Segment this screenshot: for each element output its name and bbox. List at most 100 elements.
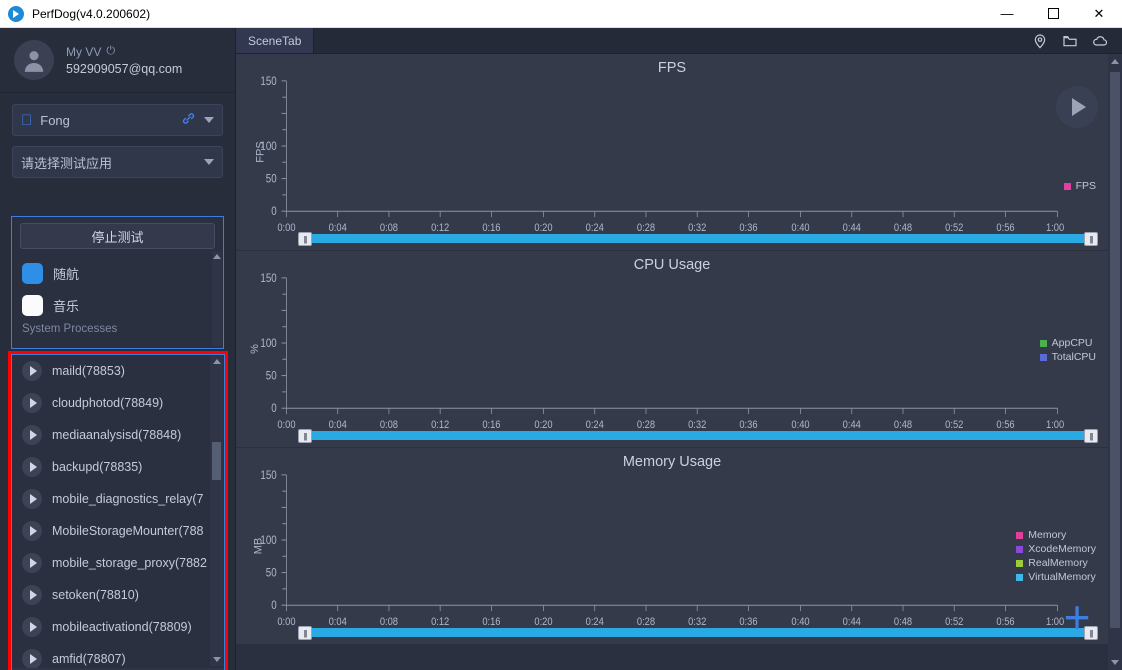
list-item[interactable]: mobile_diagnostics_relay(7 xyxy=(12,483,210,515)
process-list-vertical-scrollbar[interactable] xyxy=(210,355,223,666)
process-list-items[interactable]: maild(78853) cloudphotod(78849) mediaana… xyxy=(12,355,210,669)
app-select[interactable]: 请选择测试应用 xyxy=(12,146,223,178)
legend-label: VirtualMemory xyxy=(1028,571,1096,583)
list-item[interactable]: mobile_storage_proxy(7882 xyxy=(12,547,210,579)
slider-handle-right[interactable]: ||| xyxy=(1084,232,1098,246)
process-icon xyxy=(22,361,42,381)
link-icon[interactable] xyxy=(181,111,196,129)
device-select[interactable]:  Fong xyxy=(12,104,223,136)
legend-entry: Memory xyxy=(1016,528,1096,542)
slider-handle-right[interactable]: ||| xyxy=(1084,429,1098,443)
chart-legend: Memory XcodeMemory RealMemory VirtualMem… xyxy=(1016,528,1096,584)
tab-bar: SceneTab xyxy=(236,28,1122,54)
account-name-label: My VV xyxy=(66,44,102,59)
legend-swatch xyxy=(1039,339,1047,347)
scroll-up-icon[interactable] xyxy=(1111,59,1119,64)
sidebar: My VV ⏻ 592909057@qq.com  Fong 请选择测试应用 … xyxy=(0,28,236,670)
location-pin-icon[interactable] xyxy=(1032,33,1048,49)
window-title: PerfDog(v4.0.200602) xyxy=(32,6,151,21)
list-item[interactable]: maild(78853) xyxy=(12,355,210,387)
tab-bar-spacer xyxy=(314,28,1032,53)
close-button[interactable]: ✕ xyxy=(1076,0,1122,28)
list-item[interactable]: setoken(78810) xyxy=(12,579,210,611)
list-item-label: backupd(78835) xyxy=(52,460,143,474)
dropdown-scrollbar[interactable] xyxy=(212,251,222,346)
list-item[interactable]: backupd(78835) xyxy=(12,451,210,483)
chart-plot-area: 150100 050 0:00 0:04 0:08 0:12 0:16 0:20 0:2… xyxy=(260,469,1064,628)
app-body: My VV ⏻ 592909057@qq.com  Fong 请选择测试应用 … xyxy=(0,28,1122,670)
tab-scenetab[interactable]: SceneTab xyxy=(236,28,315,53)
app-dropdown-list[interactable]: 随航 音乐 System Processes xyxy=(12,251,223,346)
legend-swatch xyxy=(1016,559,1024,567)
apple-icon:  xyxy=(21,113,32,128)
process-icon xyxy=(22,553,42,573)
slider-handle-left[interactable]: ||| xyxy=(298,429,312,443)
slider-handle-left[interactable]: ||| xyxy=(298,232,312,246)
chart-cpu-usage: CPU Usage % 150 100 0 50 0:00 0:04 0:08 … xyxy=(236,251,1108,448)
scroll-down-icon[interactable] xyxy=(212,657,221,662)
svg-text:150: 150 xyxy=(260,469,276,482)
list-item[interactable]: MobileStorageMounter(788 xyxy=(12,515,210,547)
list-item[interactable]: mediaanalysisd(78848) xyxy=(12,419,210,451)
svg-text:0:00: 0:00 xyxy=(277,616,295,628)
chart-time-slider[interactable]: ||| ||| xyxy=(298,626,1098,640)
svg-text:150: 150 xyxy=(260,272,276,285)
process-list-highlight: maild(78853) cloudphotod(78849) mediaana… xyxy=(8,351,228,670)
legend-label: XcodeMemory xyxy=(1028,543,1096,555)
app-dropdown-panel: 停止测试 随航 音乐 System Processes xyxy=(11,216,224,349)
add-chart-button[interactable]: + xyxy=(1056,594,1098,640)
chevron-down-icon[interactable] xyxy=(204,117,214,123)
cloud-icon[interactable] xyxy=(1092,33,1108,49)
slider-track[interactable] xyxy=(298,628,1098,637)
chart-time-slider[interactable]: ||| ||| xyxy=(298,429,1098,443)
play-button[interactable] xyxy=(1056,86,1098,128)
slider-track[interactable] xyxy=(298,234,1098,243)
main-scrollbar[interactable] xyxy=(1108,54,1122,670)
legend-entry: AppCPU xyxy=(1039,336,1096,350)
scrollbar-thumb[interactable] xyxy=(1110,72,1120,628)
maximize-icon xyxy=(1047,8,1059,19)
scrollbar-thumb[interactable] xyxy=(212,442,221,480)
scroll-down-icon[interactable] xyxy=(1111,660,1119,665)
process-icon xyxy=(22,585,42,605)
user-avatar-icon xyxy=(24,51,44,72)
process-list[interactable]: maild(78853) cloudphotod(78849) mediaana… xyxy=(11,354,225,670)
music-app-icon xyxy=(22,294,43,316)
account-section[interactable]: My VV ⏻ 592909057@qq.com xyxy=(0,28,235,92)
svg-text:100: 100 xyxy=(260,534,276,547)
svg-text:0:00: 0:00 xyxy=(277,419,295,431)
list-item[interactable]: amfid(78807) xyxy=(12,643,210,670)
legend-swatch xyxy=(1016,573,1024,581)
svg-text:50: 50 xyxy=(266,566,277,579)
chevron-down-icon[interactable] xyxy=(204,159,214,165)
svg-text:50: 50 xyxy=(266,369,277,382)
scroll-up-icon[interactable] xyxy=(213,254,221,259)
slider-track[interactable] xyxy=(298,431,1098,440)
list-item-label: 音乐 xyxy=(53,298,80,314)
process-icon xyxy=(22,489,42,509)
list-item[interactable]: mobileactivationd(78809) xyxy=(12,611,210,643)
legend-label: AppCPU xyxy=(1051,337,1093,349)
perfdog-logo-icon xyxy=(8,5,24,22)
list-item-label: amfid(78807) xyxy=(52,652,126,666)
account-text: My VV ⏻ 592909057@qq.com xyxy=(66,45,182,76)
app-select-placeholder: 请选择测试应用 xyxy=(21,155,113,171)
account-email: 592909057@qq.com xyxy=(66,61,183,76)
toolbar-icons xyxy=(1032,28,1122,53)
legend-swatch xyxy=(1063,182,1071,190)
list-item[interactable]: cloudphotod(78849) xyxy=(12,387,210,419)
chart-time-slider[interactable]: ||| ||| xyxy=(298,232,1098,246)
list-item-label: setoken(78810) xyxy=(52,588,139,602)
folder-icon[interactable] xyxy=(1062,33,1078,49)
power-icon[interactable]: ⏻ xyxy=(106,45,115,58)
list-item-label: cloudphotod(78849) xyxy=(52,396,164,410)
maximize-button[interactable] xyxy=(1030,0,1076,28)
charts-scroll-area: FPS FPS 150 100 0 50 0:00 0:04 0:08 0:12… xyxy=(236,54,1108,670)
list-item[interactable]: 随航 xyxy=(12,257,223,289)
stop-test-button[interactable]: 停止测试 xyxy=(20,223,215,249)
slider-handle-left[interactable]: ||| xyxy=(298,626,312,640)
minimize-button[interactable]: — xyxy=(984,0,1030,28)
list-item[interactable]: 音乐 xyxy=(12,289,223,321)
scroll-up-icon[interactable] xyxy=(212,359,221,364)
legend-label: Memory xyxy=(1028,529,1067,541)
